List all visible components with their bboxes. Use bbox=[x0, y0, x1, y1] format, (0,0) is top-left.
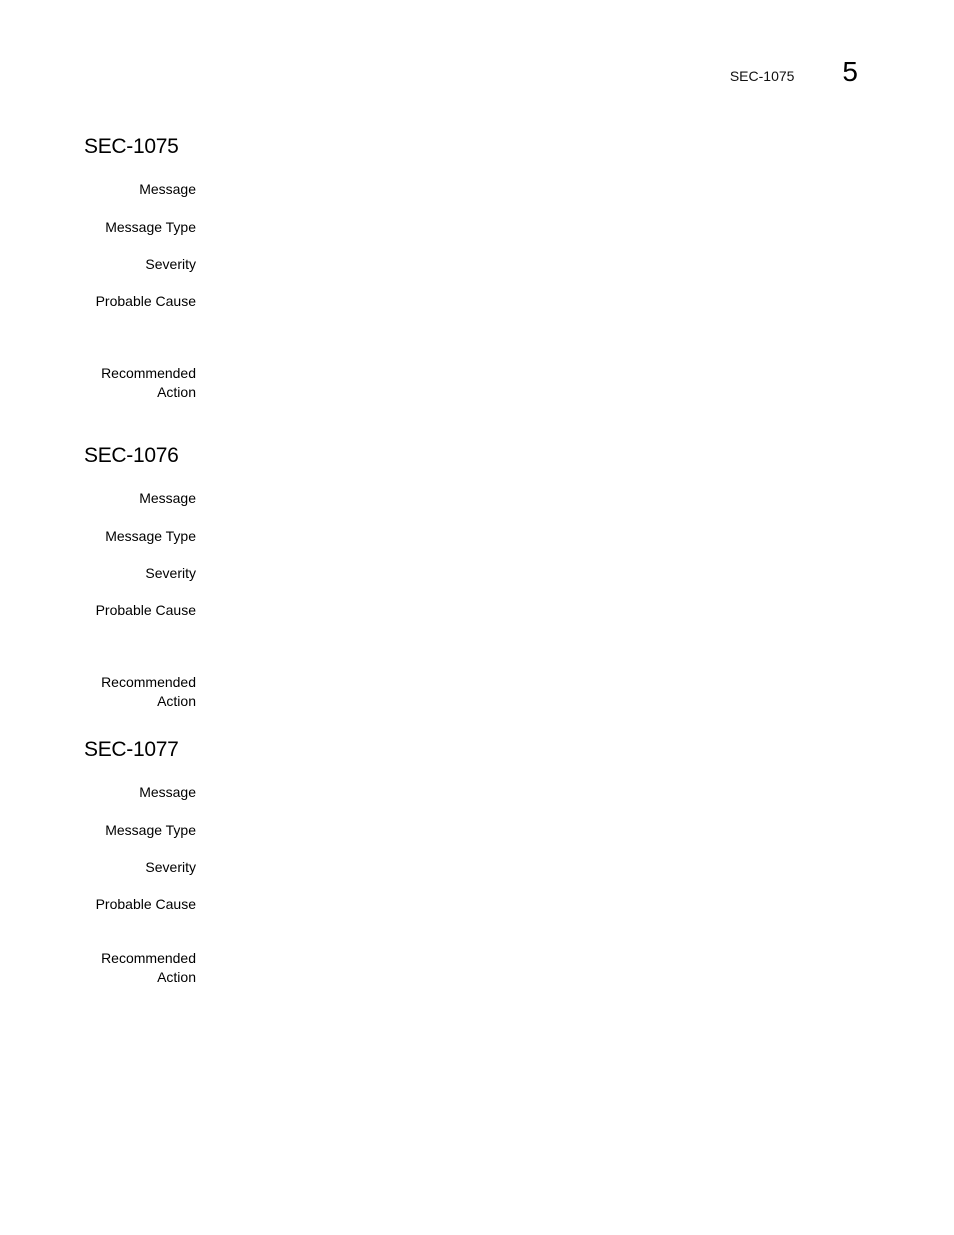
field-label-message: Message bbox=[139, 784, 196, 800]
chapter-number: 5 bbox=[842, 56, 858, 87]
message-entry-section: SEC-1077 Message Message Type Severity P… bbox=[84, 737, 864, 997]
running-header: SEC-1075 5 bbox=[730, 56, 858, 88]
field-label-message: Message bbox=[139, 181, 196, 197]
message-entry-section: SEC-1076 Message Message Type Severity P… bbox=[84, 443, 864, 723]
field-label-recommended-action: Recommended Action bbox=[84, 364, 196, 402]
field-label-recommended-action: Recommended Action bbox=[84, 673, 196, 711]
running-header-title: SEC-1075 bbox=[729, 68, 795, 84]
field-label-probable-cause: Probable Cause bbox=[95, 602, 196, 618]
field-label-probable-cause: Probable Cause bbox=[95, 293, 196, 309]
field-label-message: Message bbox=[139, 490, 196, 506]
field-label-recommended-action-line1: Recommended bbox=[101, 950, 196, 966]
field-label-probable-cause: Probable Cause bbox=[95, 896, 196, 912]
field-label-severity: Severity bbox=[145, 256, 196, 272]
field-label-recommended-action-line2: Action bbox=[157, 969, 196, 985]
section-title: SEC-1077 bbox=[84, 738, 179, 761]
field-label-severity: Severity bbox=[145, 859, 196, 875]
field-label-message-type: Message Type bbox=[105, 528, 196, 544]
field-label-recommended-action-line1: Recommended bbox=[101, 674, 196, 690]
field-label-recommended-action-line2: Action bbox=[157, 384, 196, 400]
field-label-recommended-action-line1: Recommended bbox=[101, 365, 196, 381]
field-label-message-type: Message Type bbox=[105, 219, 196, 235]
section-title: SEC-1076 bbox=[84, 444, 179, 467]
field-label-recommended-action-line2: Action bbox=[157, 693, 196, 709]
message-entry-section: SEC-1075 Message Message Type Severity P… bbox=[84, 134, 864, 414]
field-label-recommended-action: Recommended Action bbox=[84, 949, 196, 987]
field-label-severity: Severity bbox=[145, 565, 196, 581]
section-title: SEC-1075 bbox=[84, 135, 179, 158]
field-label-message-type: Message Type bbox=[105, 822, 196, 838]
